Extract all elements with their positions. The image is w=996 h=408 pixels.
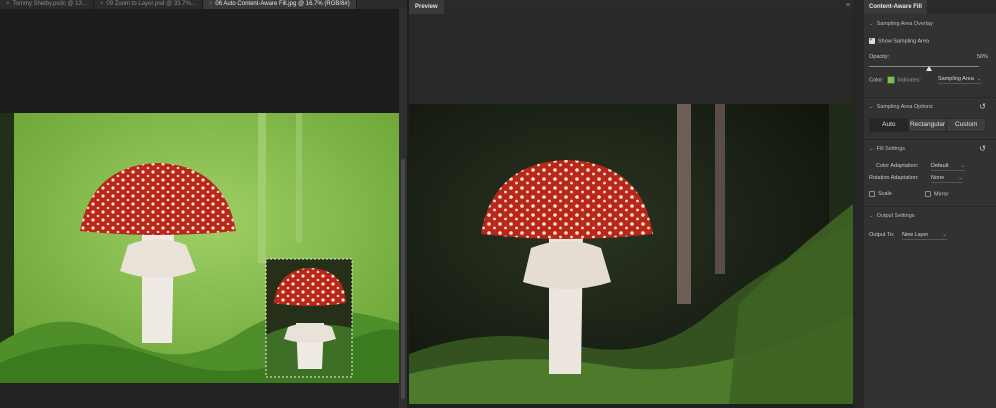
canvas-pasteboard bbox=[0, 9, 399, 113]
color-swatch[interactable] bbox=[886, 76, 895, 84]
divider bbox=[864, 139, 996, 140]
show-sampling-area-checkbox[interactable]: Show Sampling Area bbox=[869, 36, 990, 44]
close-icon[interactable]: × bbox=[6, 1, 10, 7]
content-aware-fill-panel: Content-Aware Fill ⌄ Sampling Area Overla… bbox=[864, 0, 996, 408]
chevron-down-icon[interactable]: ⌄ bbox=[869, 146, 874, 152]
checkbox-icon[interactable] bbox=[925, 191, 931, 197]
color-adaptation-dropdown[interactable]: Default ⌄ bbox=[931, 163, 966, 171]
checkbox-icon[interactable] bbox=[869, 36, 875, 44]
scale-mirror-row: Scale Mirror bbox=[869, 191, 990, 197]
mushroom-preview-photo bbox=[409, 104, 853, 404]
chevron-down-icon[interactable]: ⌄ bbox=[869, 104, 874, 110]
checkbox-icon[interactable] bbox=[869, 191, 875, 197]
chevron-down-icon[interactable]: ⌄ bbox=[869, 21, 874, 27]
opacity-slider[interactable] bbox=[869, 66, 979, 67]
mirror-checkbox[interactable]: Mirror bbox=[925, 191, 948, 197]
scale-checkbox[interactable]: Scale bbox=[869, 191, 892, 197]
rectangular-button[interactable]: Rectangular bbox=[908, 119, 948, 131]
mushroom-photo-with-overlay bbox=[0, 113, 399, 383]
rotation-adaptation-row: Rotation Adaptation: bbox=[869, 175, 919, 181]
chevron-down-icon: ⌄ bbox=[960, 163, 966, 169]
opacity-slider-handle[interactable] bbox=[926, 66, 932, 71]
canvas-pasteboard-bottom bbox=[0, 383, 399, 408]
auto-button[interactable]: Auto bbox=[870, 119, 909, 131]
document-canvas[interactable] bbox=[0, 113, 399, 383]
reset-icon[interactable]: ↺ bbox=[979, 102, 986, 111]
divider bbox=[864, 206, 996, 207]
preview-header: Preview ≡ bbox=[409, 0, 853, 14]
color-adaptation-row: Color Adaptation: bbox=[876, 163, 919, 169]
document-tab-2[interactable]: × 09 Zoom to Layer.psd @ 33.7%... bbox=[94, 0, 203, 9]
document-tab-1[interactable]: × Tommy Shelby.psdc @ 13... bbox=[0, 0, 94, 9]
indicates-dropdown[interactable]: Sampling Area ⌄ bbox=[938, 76, 982, 84]
section-sampling-options[interactable]: ⌄ Sampling Area Options bbox=[869, 104, 933, 110]
tab-preview[interactable]: Preview bbox=[409, 0, 444, 14]
opacity-value[interactable]: 50% bbox=[977, 54, 988, 60]
tab-content-aware-fill[interactable]: Content-Aware Fill bbox=[864, 0, 927, 14]
document-area: × Tommy Shelby.psdc @ 13... × 09 Zoom to La… bbox=[0, 0, 407, 408]
document-tab-bar: × Tommy Shelby.psdc @ 13... × 09 Zoom to La… bbox=[0, 0, 407, 9]
section-output-settings[interactable]: ⌄ Output Settings bbox=[869, 213, 915, 219]
chevron-down-icon: ⌄ bbox=[942, 232, 947, 238]
chevron-down-icon: ⌄ bbox=[976, 76, 982, 82]
close-icon[interactable]: × bbox=[209, 1, 213, 7]
reset-icon[interactable]: ↺ bbox=[979, 144, 986, 153]
close-icon[interactable]: × bbox=[100, 1, 104, 7]
caf-header: Content-Aware Fill bbox=[864, 0, 996, 14]
chevron-down-icon: ⌄ bbox=[958, 175, 963, 181]
document-tab-active[interactable]: × 06 Auto Content-Aware Fill.jpg @ 16.7% … bbox=[202, 0, 357, 9]
section-sampling-overlay[interactable]: ⌄ Sampling Area Overlay bbox=[869, 21, 933, 27]
preview-panel: Preview ≡ bbox=[409, 0, 853, 408]
output-to-dropdown[interactable]: New Layer ⌄ bbox=[902, 232, 947, 240]
scrollbar-thumb[interactable] bbox=[401, 159, 405, 399]
opacity-row: Opacity: 50% bbox=[869, 54, 988, 60]
vertical-scrollbar[interactable] bbox=[399, 9, 407, 408]
preview-canvas[interactable] bbox=[409, 104, 853, 404]
chevron-down-icon[interactable]: ⌄ bbox=[869, 213, 874, 219]
panel-menu-icon[interactable]: ≡ bbox=[846, 2, 850, 9]
sampling-mode-buttons: Auto Rectangular Custom bbox=[869, 118, 986, 132]
panel-gutter bbox=[853, 0, 864, 408]
section-fill-settings[interactable]: ⌄ Fill Settings bbox=[869, 146, 905, 152]
rotation-adaptation-dropdown[interactable]: None ⌄ bbox=[931, 175, 963, 183]
preview-background bbox=[409, 14, 853, 104]
divider bbox=[864, 97, 996, 98]
custom-button[interactable]: Custom bbox=[947, 119, 986, 131]
